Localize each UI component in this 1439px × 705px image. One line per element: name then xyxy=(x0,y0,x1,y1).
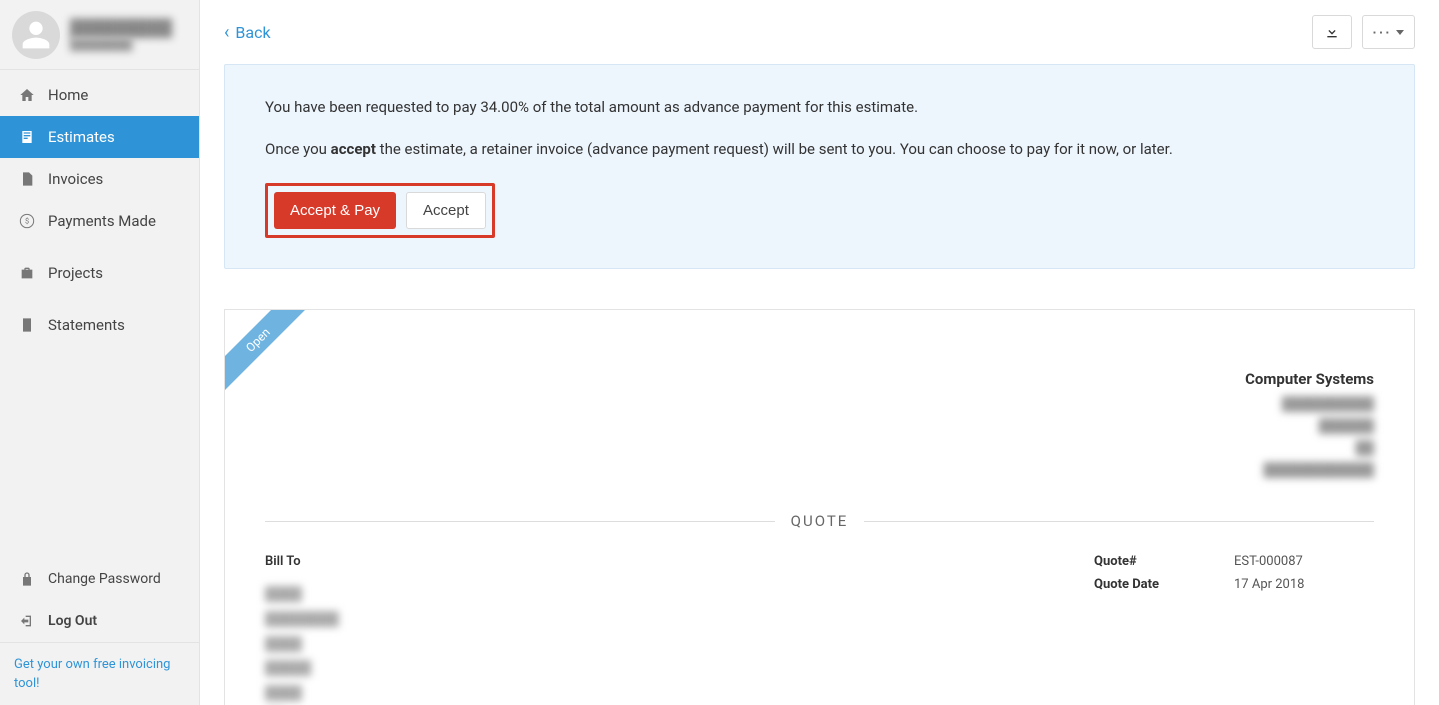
addr-line: █████ xyxy=(265,657,1054,682)
quote-title: QUOTE xyxy=(791,512,849,530)
sidebar-item-label: Payments Made xyxy=(48,212,156,230)
addr-line: ██████████ xyxy=(265,394,1374,416)
meta-row: Quote# EST-000087 xyxy=(1094,554,1374,569)
sidebar-item-statements[interactable]: Statements xyxy=(0,304,199,346)
accept-button[interactable]: Accept xyxy=(406,192,486,229)
statement-icon xyxy=(18,317,36,333)
notice-bold: accept xyxy=(331,140,376,158)
notice-text: Once you xyxy=(265,140,331,158)
user-icon xyxy=(20,19,52,51)
profile-sub: ████████ xyxy=(70,38,172,51)
quote-details: Bill To ████ ████████ ████ █████ ████ ██… xyxy=(265,554,1374,705)
main-content: ‹ Back ··· You have been requested to pa… xyxy=(200,0,1439,705)
bill-to-address: ████ ████████ ████ █████ ████ ██ xyxy=(265,583,1054,705)
org-address: ██████████ ██████ ██ ████████████ xyxy=(265,394,1374,482)
meta-row: Quote Date 17 Apr 2018 xyxy=(1094,577,1374,592)
addr-line: ██ xyxy=(265,438,1374,460)
avatar xyxy=(12,11,60,59)
addr-line: ██████ xyxy=(265,416,1374,438)
notice-line1: You have been requested to pay 34.00% of… xyxy=(265,95,1374,119)
quote-num-value: EST-000087 xyxy=(1234,554,1303,569)
addr-line: ████ xyxy=(265,682,1054,705)
quote-date-label: Quote Date xyxy=(1094,577,1234,592)
invoice-icon xyxy=(18,171,36,187)
quote-heading: QUOTE xyxy=(265,512,1374,530)
sidebar-item-logout[interactable]: Log Out xyxy=(0,600,199,642)
quote-meta: Quote# EST-000087 Quote Date 17 Apr 2018 xyxy=(1094,554,1374,705)
download-icon xyxy=(1324,24,1340,40)
profile-name: █████████ xyxy=(70,18,172,38)
divider xyxy=(864,521,1374,522)
sidebar-item-projects[interactable]: Projects xyxy=(0,252,199,294)
bill-to-block: Bill To ████ ████████ ████ █████ ████ ██ xyxy=(265,554,1054,705)
topbar: ‹ Back ··· xyxy=(224,0,1415,64)
sidebar: █████████ ████████ Home Estimates Invoic… xyxy=(0,0,200,705)
sidebar-item-change-password[interactable]: Change Password xyxy=(0,558,199,600)
sidebar-item-label: Estimates xyxy=(48,128,115,146)
addr-line: ████ xyxy=(265,583,1054,608)
back-label: Back xyxy=(235,23,270,42)
chevron-down-icon xyxy=(1396,30,1404,35)
estimate-icon xyxy=(18,129,36,145)
dollar-icon: $ xyxy=(18,213,36,229)
divider xyxy=(265,521,775,522)
notice-line2: Once you accept the estimate, a retainer… xyxy=(265,137,1374,161)
sidebar-item-label: Projects xyxy=(48,264,103,282)
sidebar-item-estimates[interactable]: Estimates xyxy=(0,116,199,158)
accept-buttons-highlight: Accept & Pay Accept xyxy=(265,183,495,238)
sidebar-item-label: Log Out xyxy=(48,613,97,629)
sidebar-item-invoices[interactable]: Invoices xyxy=(0,158,199,200)
sidebar-item-label: Invoices xyxy=(48,170,103,188)
sidebar-item-label: Statements xyxy=(48,316,125,334)
sidebar-item-home[interactable]: Home xyxy=(0,74,199,116)
org-block: Computer Systems ██████████ ██████ ██ ██… xyxy=(265,370,1374,482)
svg-text:$: $ xyxy=(25,217,29,226)
bill-to-label: Bill To xyxy=(265,554,1054,569)
sidebar-item-label: Change Password xyxy=(48,571,161,587)
addr-line: ████████ xyxy=(265,608,1054,633)
quote-date-value: 17 Apr 2018 xyxy=(1234,577,1304,592)
quote-num-label: Quote# xyxy=(1094,554,1234,569)
chevron-left-icon: ‹ xyxy=(224,22,229,43)
sidebar-bottom: Change Password Log Out Get your own fre… xyxy=(0,554,199,705)
payment-notice: You have been requested to pay 34.00% of… xyxy=(224,64,1415,269)
download-button[interactable] xyxy=(1312,15,1352,49)
org-name: Computer Systems xyxy=(265,370,1374,388)
accept-pay-button[interactable]: Accept & Pay xyxy=(274,192,396,229)
profile-text: █████████ ████████ xyxy=(70,18,172,51)
more-menu-button[interactable]: ··· xyxy=(1362,15,1415,49)
back-button[interactable]: ‹ Back xyxy=(224,22,271,43)
briefcase-icon xyxy=(18,265,36,281)
logout-icon xyxy=(18,613,36,629)
quote-document: Open Computer Systems ██████████ ██████ … xyxy=(224,309,1415,705)
sidebar-item-label: Home xyxy=(48,86,88,104)
promo-link[interactable]: Get your own free invoicing tool! xyxy=(14,657,170,691)
sidebar-item-payments[interactable]: $ Payments Made xyxy=(0,200,199,242)
addr-line: ████████████ xyxy=(265,460,1374,482)
addr-line: ████ xyxy=(265,633,1054,658)
home-icon xyxy=(18,87,36,103)
notice-text: the estimate, a retainer invoice (advanc… xyxy=(376,140,1173,158)
sidebar-nav: Home Estimates Invoices $ Payments Made … xyxy=(0,70,199,346)
promo-block: Get your own free invoicing tool! xyxy=(0,642,199,705)
profile-block[interactable]: █████████ ████████ xyxy=(0,0,199,70)
ellipsis-icon: ··· xyxy=(1373,25,1392,40)
lock-icon xyxy=(18,571,36,587)
top-actions: ··· xyxy=(1312,15,1415,49)
